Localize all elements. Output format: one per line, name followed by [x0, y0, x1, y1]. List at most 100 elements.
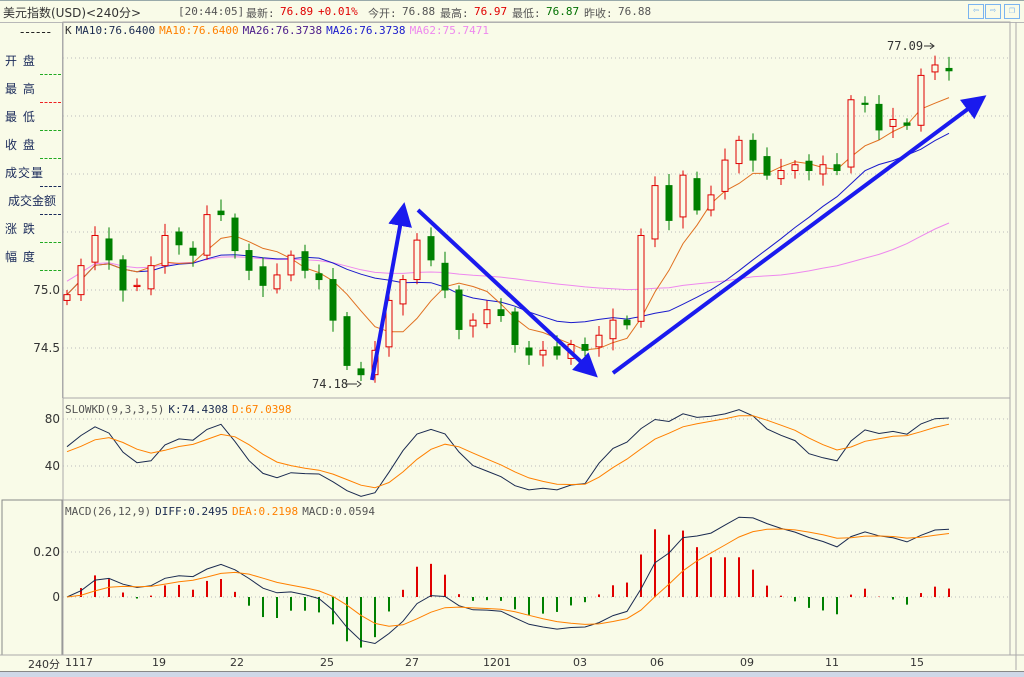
candle-down	[245, 250, 253, 271]
candle-up	[539, 349, 547, 356]
price-tick-74-5: 74.5	[33, 341, 60, 355]
candle-up	[399, 279, 407, 305]
x-tick-label: 03	[573, 656, 587, 669]
high-price-label: 77.09	[887, 39, 924, 53]
trend-arrow-up-1	[370, 202, 412, 381]
candle-down	[329, 279, 337, 321]
candle-down	[665, 185, 673, 221]
candle-up	[651, 185, 659, 240]
kd-d-value: D:67.0398	[231, 403, 292, 416]
panel-frame	[62, 21, 1011, 399]
candle-down	[553, 346, 561, 356]
candle-down	[259, 266, 267, 286]
candle-down	[497, 309, 505, 317]
high-marker	[924, 42, 935, 50]
candle-up	[161, 234, 169, 267]
candle-up	[147, 265, 155, 290]
legend-ma26-a: MA26:76.3738	[242, 24, 323, 37]
candle-down	[301, 251, 309, 271]
kd-name: SLOWKD(9,3,3,5)	[65, 403, 165, 416]
x-tick-label: 15	[910, 656, 924, 669]
candle-down	[581, 344, 589, 351]
candle-up	[791, 164, 799, 172]
x-tick-label: 22	[230, 656, 244, 669]
legend-ma26-b: MA26:76.3738	[326, 24, 406, 37]
candle-up	[91, 234, 99, 263]
candle-up	[931, 64, 939, 73]
candle-up	[609, 319, 617, 340]
indicator-side-box	[1, 499, 63, 656]
candle-up	[707, 194, 715, 211]
candle-down	[945, 67, 953, 72]
candle-up	[413, 239, 421, 281]
candle-up	[637, 234, 645, 322]
candle-down	[525, 347, 533, 356]
macd-tick-020: 0.20	[33, 545, 60, 559]
macd-dea-value: DEA:0.2198	[231, 505, 299, 518]
candle-up	[63, 294, 71, 301]
trend-arrow-up-2	[611, 95, 987, 375]
candle-down	[623, 319, 631, 326]
x-tick-label: 06	[650, 656, 664, 669]
kd-tick-40: 40	[44, 459, 60, 473]
candle-down	[119, 259, 127, 291]
candle-up	[77, 265, 85, 296]
macd-diff-value: DIFF:0.2495	[155, 505, 228, 518]
x-tick-label: 11	[825, 656, 839, 669]
candle-up	[287, 254, 295, 276]
kd-legend: SLOWKD(9,3,3,5) K:74.4308 D:67.0398	[65, 403, 296, 416]
trend-arrows	[370, 95, 987, 381]
legend-ma10-b: MA10:76.6400	[159, 24, 239, 37]
ma62-line	[66, 222, 950, 291]
candle-down	[217, 210, 225, 216]
macd-name: MACD(26,12,9)	[65, 505, 152, 518]
x-tick-label: 1117	[65, 656, 93, 669]
panel-frames	[0, 21, 1024, 670]
candle-down	[357, 368, 365, 376]
macd-lines	[66, 516, 950, 648]
candle-up	[819, 164, 827, 175]
candle-down	[231, 217, 239, 252]
macd-legend: MACD(26,12,9) DIFF:0.2495 DEA:0.2198 MACD:0…	[65, 505, 379, 518]
candle-up	[735, 139, 743, 165]
candle-up	[917, 74, 925, 126]
candle-down	[693, 178, 701, 211]
legend-ma10-a: MA10:76.6400	[75, 24, 156, 37]
candle-down	[441, 262, 449, 291]
candle-down	[903, 122, 911, 126]
macd-value: MACD:0.0594	[302, 505, 376, 518]
low-price-label: 74.18	[312, 377, 349, 391]
chart-canvas[interactable]	[0, 0, 1024, 676]
candle-down	[343, 316, 351, 366]
candle-up	[469, 319, 477, 327]
price-tick-75: 75.0	[33, 283, 60, 297]
x-tick-label: 27	[405, 656, 419, 669]
kd-k-value: K:74.4308	[168, 403, 228, 416]
candle-up	[847, 99, 855, 168]
legend-ma62: MA62:75.7471	[409, 24, 490, 37]
candle-down	[861, 102, 869, 105]
candle-down	[749, 139, 757, 161]
candle-up	[721, 159, 729, 192]
trend-arrow-down	[416, 208, 598, 378]
macd-dea-line	[66, 528, 950, 627]
candle-up	[483, 309, 491, 325]
x-tick-label: 09	[740, 656, 754, 669]
x-tick-label: 25	[320, 656, 334, 669]
x-tick-label: 1201	[483, 656, 511, 669]
main-legend: K MA10:76.6400 MA10:76.6400 MA26:76.3738 MA2…	[65, 24, 493, 37]
candle-down	[189, 247, 197, 256]
candle-up	[273, 274, 281, 290]
candle-down	[511, 311, 519, 346]
status-bar	[0, 671, 1024, 677]
candle-up	[889, 118, 897, 127]
candle-down	[175, 231, 183, 246]
candle-down	[427, 236, 435, 261]
macd-diff-line	[66, 516, 950, 645]
kd-d-line	[66, 415, 950, 489]
candle-up	[595, 334, 603, 348]
candle-up	[133, 284, 141, 288]
kd-lines	[66, 409, 950, 497]
macd-tick-0: 0	[52, 590, 60, 604]
candle-down	[833, 164, 841, 172]
